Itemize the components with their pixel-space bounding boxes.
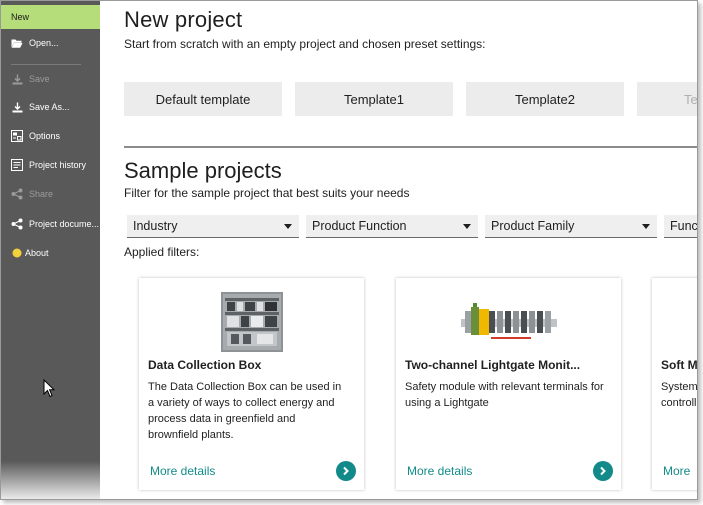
sample-project-card[interactable]: Data Collection Box The Data Collection … [139,278,364,490]
template3-button[interactable]: Te [637,82,697,116]
more-details-link[interactable]: More [663,464,690,478]
sidebar-separator [11,64,81,65]
sidebar-item-about[interactable]: About [1,241,100,265]
filter-label: Product Function [312,219,407,233]
data-collection-box-image [139,288,364,356]
sample-projects-title: Sample projects [124,158,282,183]
sidebar-item-label: Options [29,131,61,141]
sidebar-item-label: Project history [29,160,87,170]
arrow-right-circle-icon[interactable] [336,461,356,481]
sidebar-item-label: Project docume... [29,219,100,229]
more-details-link[interactable]: More details [150,464,215,478]
lightgate-module-image [396,288,621,356]
sample-projects-subtitle: Filter for the sample project that best … [124,186,410,200]
card-title: Two-channel Lightgate Monit... [405,358,581,372]
filter-industry-dropdown[interactable]: Industry [127,215,299,238]
sidebar-item-project-documentation[interactable]: Project docume... [1,212,100,236]
sample-project-card[interactable]: Soft M System controll More [652,278,698,490]
folder-open-icon [11,37,23,49]
sidebar-item-new[interactable]: New [1,5,100,29]
sidebar-item-open[interactable]: Open... [1,31,100,55]
chevron-down-icon [642,224,650,229]
chevron-down-icon [463,224,471,229]
sidebar-item-label: Share [29,189,54,199]
sidebar-item-label: New [11,12,30,22]
new-project-subtitle: Start from scratch with an empty project… [124,37,486,51]
new-project-title: New project [124,7,243,32]
template1-button[interactable]: Template1 [295,82,453,116]
section-divider [124,146,697,148]
share-icon [11,188,23,200]
share-icon [11,218,23,230]
info-dot-icon [11,247,23,259]
sidebar-item-label: About [25,248,49,258]
card-title: Soft M [661,358,698,372]
filter-label: Func [670,219,698,233]
more-details-link[interactable]: More details [407,464,472,478]
template2-button[interactable]: Template2 [466,82,624,116]
sidebar-item-save-as[interactable]: Save As... [1,95,100,119]
options-icon [11,130,23,142]
file-menu-sidebar: New Open... Save Save As... Options Proj… [1,1,100,499]
card-description: System controll [661,381,698,409]
save-icon [11,73,23,85]
sidebar-item-label: Open... [29,38,59,48]
sidebar-item-share[interactable]: Share [1,182,100,206]
mouse-cursor-icon [43,378,56,403]
history-icon [11,159,23,171]
app-window: New Open... Save Save As... Options Proj… [0,0,698,500]
sidebar-item-options[interactable]: Options [1,124,100,148]
filter-label: Industry [133,219,178,233]
chevron-down-icon [284,224,292,229]
card-description: The Data Collection Box can be used in a… [148,381,342,441]
sidebar-item-label: Save As... [29,102,70,112]
sidebar-fade [1,461,100,499]
card-title: Data Collection Box [148,358,262,372]
filter-label: Product Family [491,219,575,233]
sidebar-item-save[interactable]: Save [1,67,100,91]
template-default-button[interactable]: Default template [124,82,282,116]
sample-project-card[interactable]: Two-channel Lightgate Monit... Safety mo… [396,278,621,490]
filter-product-family-dropdown[interactable]: Product Family [485,215,657,238]
filter-function-dropdown[interactable]: Func [664,215,698,238]
filter-product-function-dropdown[interactable]: Product Function [306,215,478,238]
applied-filters-label: Applied filters: [124,245,200,259]
arrow-right-circle-icon[interactable] [593,461,613,481]
card-description: Safety module with relevant terminals fo… [405,381,604,409]
main-content: New project Start from scratch with an e… [100,1,698,499]
sidebar-item-project-history[interactable]: Project history [1,153,100,177]
sidebar-item-label: Save [29,74,50,84]
save-as-icon [11,101,23,113]
